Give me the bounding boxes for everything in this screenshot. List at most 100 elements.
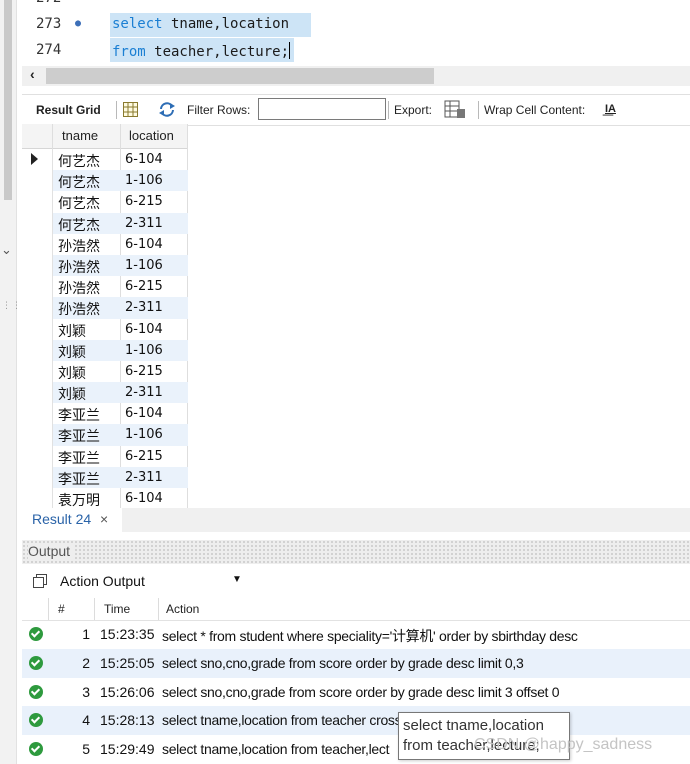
code-line[interactable]: select tname,location bbox=[112, 16, 289, 32]
table-row[interactable]: 何艺杰 6-215 bbox=[22, 191, 188, 213]
cell-tname[interactable]: 李亚兰 bbox=[58, 426, 100, 446]
row-selector[interactable] bbox=[22, 318, 53, 340]
cell-tname[interactable]: 何艺杰 bbox=[58, 193, 100, 213]
cell-location[interactable]: 6-104 bbox=[125, 491, 163, 506]
wrap-text-icon[interactable]: I͟A bbox=[605, 103, 616, 115]
cell-tname[interactable]: 李亚兰 bbox=[58, 405, 100, 425]
cell-location[interactable]: 1-106 bbox=[125, 258, 163, 273]
cell-tname[interactable]: 刘颖 bbox=[58, 321, 86, 341]
cell-tname[interactable]: 袁万明 bbox=[58, 490, 100, 508]
column-header-time[interactable]: Time bbox=[104, 602, 130, 616]
row-selector[interactable] bbox=[22, 254, 53, 277]
row-selector[interactable] bbox=[22, 212, 53, 234]
cell-tname[interactable]: 李亚兰 bbox=[58, 448, 100, 468]
row-selector[interactable] bbox=[22, 297, 53, 319]
cell-tname[interactable]: 孙浩然 bbox=[58, 236, 100, 256]
chevron-down-icon[interactable]: ⌄ bbox=[1, 242, 12, 258]
table-row[interactable]: 孙浩然 1-106 bbox=[22, 254, 188, 277]
output-row[interactable]: 1 15:23:35 select * from student where spe… bbox=[22, 620, 690, 649]
scroll-left-icon[interactable]: ‹ bbox=[30, 66, 35, 82]
table-row[interactable]: 刘颖 2-311 bbox=[22, 382, 188, 404]
row-selector[interactable] bbox=[22, 149, 53, 171]
table-row[interactable]: 李亚兰 2-311 bbox=[22, 466, 188, 489]
scrollbar-thumb[interactable] bbox=[46, 68, 434, 84]
row-selector[interactable] bbox=[22, 488, 53, 508]
column-header-tname[interactable]: tname bbox=[62, 128, 98, 143]
row-selector[interactable] bbox=[22, 382, 53, 404]
cell-location[interactable]: 6-104 bbox=[125, 322, 163, 337]
row-selector[interactable] bbox=[22, 466, 53, 488]
table-row[interactable]: 刘颖 6-104 bbox=[22, 318, 188, 341]
cell-tname[interactable]: 刘颖 bbox=[58, 384, 86, 404]
row-selector[interactable] bbox=[22, 233, 53, 255]
row-selector[interactable] bbox=[22, 191, 53, 213]
sql-editor[interactable]: 272 273 ● select tname,location 274 from… bbox=[22, 0, 690, 66]
table-row[interactable]: 何艺杰 2-311 bbox=[22, 212, 188, 235]
cell-location[interactable]: 6-104 bbox=[125, 237, 163, 252]
table-row[interactable]: 孙浩然 2-311 bbox=[22, 297, 188, 319]
column-header-action[interactable]: Action bbox=[166, 602, 199, 616]
filter-rows-input[interactable] bbox=[258, 98, 386, 120]
table-row[interactable]: 李亚兰 1-106 bbox=[22, 424, 188, 446]
editor-horizontal-scrollbar[interactable]: ‹ bbox=[22, 66, 690, 86]
cell-location[interactable]: 1-106 bbox=[125, 343, 163, 358]
cell-tname[interactable]: 何艺杰 bbox=[58, 172, 100, 192]
export-icon[interactable] bbox=[444, 100, 466, 119]
cell-location[interactable]: 6-104 bbox=[125, 152, 163, 167]
copy-icon[interactable] bbox=[32, 573, 48, 589]
row-selector[interactable] bbox=[22, 170, 53, 192]
gutter-scrollbar[interactable] bbox=[4, 0, 12, 200]
column-header-location[interactable]: location bbox=[129, 128, 174, 143]
cell-location[interactable]: 6-104 bbox=[125, 406, 163, 421]
row-selector[interactable] bbox=[22, 403, 53, 425]
grid-view-icon[interactable] bbox=[123, 102, 138, 117]
cell-location[interactable]: 6-215 bbox=[125, 449, 163, 464]
cell-tname[interactable]: 孙浩然 bbox=[58, 257, 100, 277]
result-grid[interactable]: tname location 何艺杰 6-104 何艺杰 1-106 何艺杰 6-215 何… bbox=[22, 124, 188, 508]
cell-tname[interactable]: 刘颖 bbox=[58, 342, 86, 362]
table-row[interactable]: 何艺杰 1-106 bbox=[22, 170, 188, 192]
row-selector[interactable] bbox=[22, 339, 53, 361]
cell-tname[interactable]: 孙浩然 bbox=[58, 278, 100, 298]
cell-tname[interactable]: 刘颖 bbox=[58, 363, 86, 383]
cell-location[interactable]: 1-106 bbox=[125, 173, 163, 188]
refresh-icon[interactable] bbox=[158, 102, 176, 117]
code-line[interactable]: from teacher,lecture; bbox=[112, 42, 291, 60]
output-row-action: select sno,cno,grade from score order by… bbox=[162, 654, 524, 671]
result-grid-button[interactable]: Result Grid bbox=[36, 103, 101, 117]
table-row[interactable]: 孙浩然 6-104 bbox=[22, 233, 188, 256]
output-row[interactable]: 4 15:28:13 select tname,location from teac… bbox=[22, 706, 690, 736]
cell-location[interactable]: 2-311 bbox=[125, 300, 163, 315]
table-row[interactable]: 何艺杰 6-104 bbox=[22, 149, 188, 171]
cell-tname[interactable]: 何艺杰 bbox=[58, 215, 100, 235]
cell-location[interactable]: 1-106 bbox=[125, 427, 163, 442]
row-selector[interactable] bbox=[22, 424, 53, 446]
cell-location[interactable]: 2-311 bbox=[125, 470, 163, 485]
cell-tname[interactable]: 何艺杰 bbox=[58, 151, 100, 171]
table-row[interactable]: 孙浩然 6-215 bbox=[22, 276, 188, 298]
close-icon[interactable]: × bbox=[100, 511, 108, 527]
tab-result-24[interactable]: Result 24 × bbox=[22, 508, 122, 532]
row-selector[interactable] bbox=[22, 445, 53, 467]
cell-location[interactable]: 6-215 bbox=[125, 364, 163, 379]
output-row[interactable]: 2 15:25:05 select sno,cno,grade from score… bbox=[22, 648, 690, 678]
cell-location[interactable]: 6-215 bbox=[125, 279, 163, 294]
cell-location[interactable]: 2-311 bbox=[125, 216, 163, 231]
table-row[interactable]: 李亚兰 6-104 bbox=[22, 403, 188, 425]
output-row-time: 15:23:35 bbox=[100, 626, 155, 642]
table-row[interactable]: 李亚兰 6-215 bbox=[22, 445, 188, 468]
cell-location[interactable]: 6-215 bbox=[125, 194, 163, 209]
cell-tname[interactable]: 孙浩然 bbox=[58, 299, 100, 319]
cell-tname[interactable]: 李亚兰 bbox=[58, 469, 100, 489]
row-selector[interactable] bbox=[22, 360, 53, 383]
table-row[interactable]: 袁万明 6-104 bbox=[22, 488, 188, 508]
row-selector[interactable] bbox=[22, 276, 53, 298]
table-row[interactable]: 刘颖 6-215 bbox=[22, 360, 188, 383]
splitter-grip-icon[interactable]: ⋮⋮ bbox=[2, 300, 22, 311]
chevron-down-icon[interactable]: ▼ bbox=[232, 574, 242, 585]
output-row[interactable]: 3 15:26:06 select sno,cno,grade from score… bbox=[22, 678, 690, 707]
output-type-select[interactable]: Action Output bbox=[60, 573, 145, 589]
table-row[interactable]: 刘颖 1-106 bbox=[22, 339, 188, 362]
column-header-number[interactable]: # bbox=[58, 602, 65, 616]
cell-location[interactable]: 2-311 bbox=[125, 385, 163, 400]
